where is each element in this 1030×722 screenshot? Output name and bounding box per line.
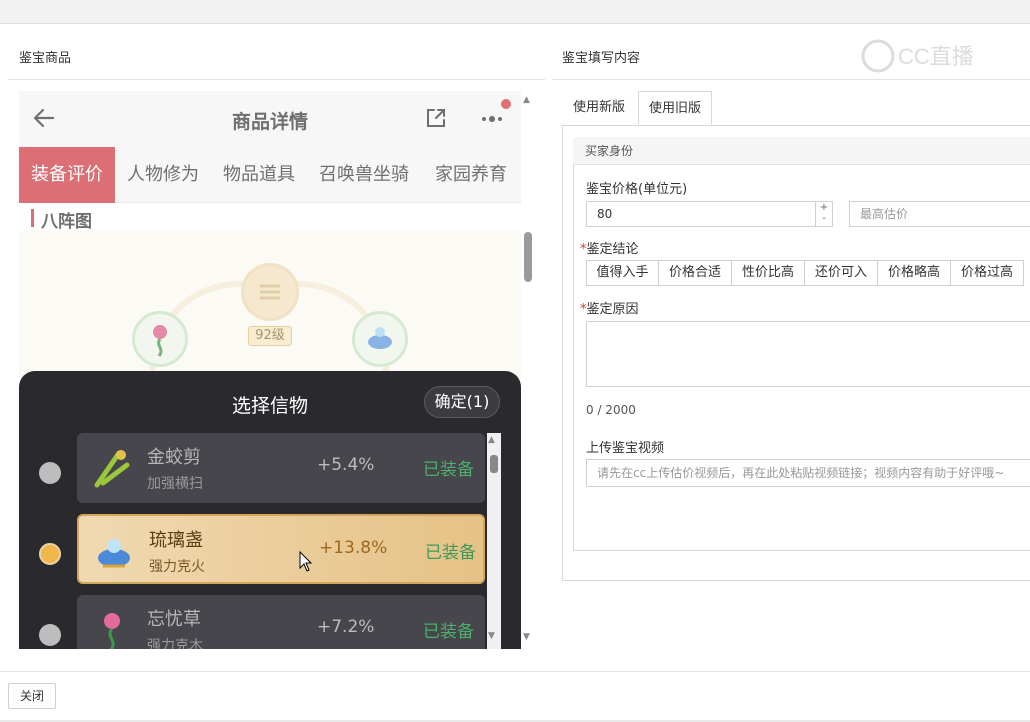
reason-label: 鉴定原因 [586,302,639,317]
item-status: 已装备 [423,460,474,480]
footer-divider [0,671,1030,672]
item-radio[interactable] [39,462,61,484]
video-link-input[interactable]: 请先在cc上传估价视频后，再在此处粘贴视频链接；视频内容有助于好评哦~ [586,459,1030,487]
conclusion-option[interactable]: 价格合适 [658,260,732,286]
left-panel-scrollbar[interactable] [521,91,535,649]
golden-scissors-icon [94,450,130,488]
tab-old-version[interactable]: 使用旧版 [638,91,712,125]
price-stepper[interactable]: + - [815,201,833,227]
tab-new-version[interactable]: 使用新版 [562,91,636,125]
right-panel-divider [552,79,1030,80]
conclusion-option[interactable]: 还价可入 [804,260,878,286]
item-name: 金蛟剪 [147,447,201,468]
glass-lamp-icon [98,539,130,568]
price-input[interactable]: 80 [586,201,816,227]
list-item[interactable]: 琉璃盏 强力克火 +13.8% 已装备 [77,514,485,584]
buyer-identity-header: 买家身份 [573,137,1030,165]
mouse-cursor-icon [299,551,313,572]
conclusion-option[interactable]: 价格过高 [950,260,1024,286]
right-panel-title: 鉴宝填写内容 [562,51,641,66]
item-bonus: +5.4% [317,455,375,475]
scroll-up-arrow-icon[interactable]: ▲ [523,95,530,105]
left-panel-divider [8,79,545,80]
conclusion-label: 鉴定结论 [586,242,639,257]
item-name: 琉璃盏 [149,530,203,551]
phone-screenshot: 商品详情 装备评价 人物修为 物品道具 召唤兽坐骑 家园养育 八阵图 92级 选… [19,91,521,649]
max-estimate-input[interactable]: 最高估价 [849,201,1030,227]
video-label: 上传鉴宝视频 [586,441,665,456]
scroll-up-arrow-icon[interactable]: ▲ [488,435,495,445]
left-panel-title: 鉴宝商品 [19,51,72,66]
item-effect: 加强横扫 [147,476,203,492]
item-bonus: +7.2% [317,617,375,637]
item-effect: 强力克火 [149,559,205,575]
watermark-text: CC直播 [898,44,974,69]
list-item[interactable]: 金蛟剪 加强横扫 +5.4% 已装备 [77,433,485,503]
item-effect: 强力克木 [147,638,203,649]
conclusion-option[interactable]: 值得入手 [586,260,659,286]
price-label: 鉴宝价格(单位元) [586,182,688,197]
conclusion-option[interactable]: 价格略高 [877,260,951,286]
scroll-down-arrow-icon[interactable]: ▼ [488,631,495,641]
left-panel-scroll-thumb[interactable] [524,232,532,282]
item-radio-selected[interactable] [39,543,61,565]
sheet-scroll-thumb[interactable] [490,455,498,473]
scroll-down-arrow-icon[interactable]: ▼ [523,632,530,642]
close-button[interactable]: 关闭 [8,683,56,709]
item-name: 忘忧草 [147,609,201,630]
item-radio[interactable] [39,624,61,646]
confirm-button[interactable]: 确定(1) [424,386,500,418]
forget-grass-icon [104,613,120,649]
item-status: 已装备 [423,622,474,642]
list-item[interactable]: 忘忧草 强力克木 +7.2% 已装备 [77,595,485,649]
conclusion-option[interactable]: 性价比高 [731,260,805,286]
char-count: 0 / 2000 [586,403,636,417]
cc-logo-watermark: CC直播 [861,39,974,73]
reason-label-row: *鉴定原因 [580,298,639,317]
item-status: 已装备 [425,543,476,563]
conclusion-label-row: *鉴定结论 [580,238,639,257]
reason-textarea[interactable] [586,321,1030,387]
top-bar [0,0,1030,24]
item-bonus: +13.8% [319,538,388,558]
